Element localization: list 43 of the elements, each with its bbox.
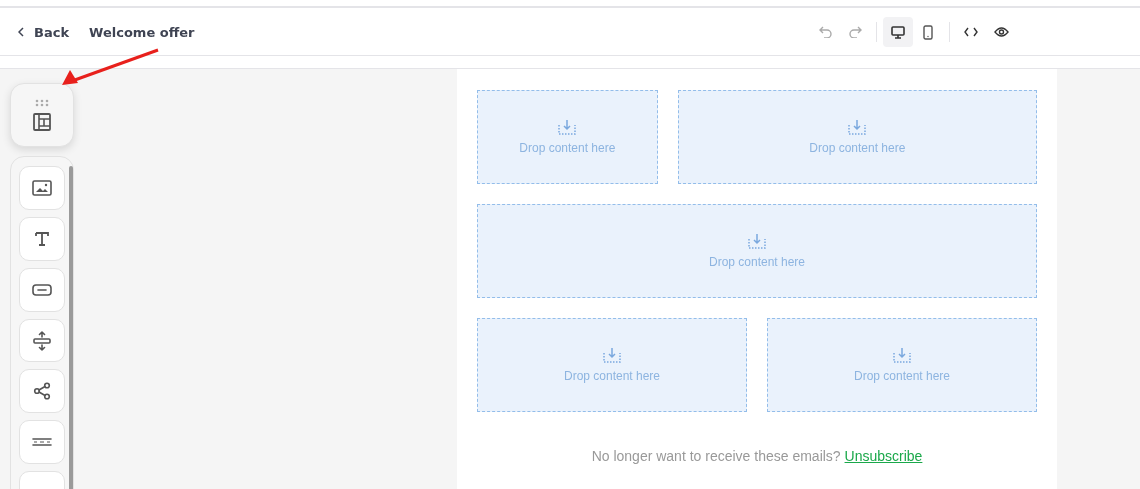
drop-zone[interactable]: Drop content here [677,90,1037,184]
code-icon [964,27,978,37]
drop-zone[interactable]: Drop content here [767,318,1037,412]
share-icon [33,382,51,401]
divider-tool-button[interactable] [19,420,65,465]
scrollbar[interactable] [69,166,73,489]
drop-icon [893,347,911,363]
drop-zone[interactable]: Drop content here [477,204,1037,298]
button-icon [32,283,52,296]
footer-text: No longer want to receive these emails? Unsubscribe [590,448,924,464]
text-icon [34,230,50,247]
spacer-tool-button[interactable] [19,318,65,363]
image-icon [32,179,52,196]
text-tool-button[interactable] [19,216,65,261]
drag-handle-icon [35,99,49,107]
drop-icon [848,119,867,135]
drop-zone[interactable]: Drop content here [477,318,747,412]
spacer-icon [33,330,51,351]
redo-icon [848,26,862,38]
drop-hint: Drop content here [708,255,806,269]
drop-hint: Drop content here [809,141,906,155]
drop-icon [748,233,766,249]
image-tool-button[interactable] [19,166,65,210]
undo-icon [818,26,832,38]
drop-hint: Drop content here [853,369,951,383]
drop-hint: Drop content here [563,369,661,383]
layout-block-button[interactable] [10,83,74,147]
unsubscribe-link[interactable]: Unsubscribe [844,448,923,464]
back-button[interactable]: Back [18,24,70,40]
drop-zone[interactable]: Drop content here [477,90,658,184]
page-title: Welcome offer [89,24,195,40]
drop-icon [603,347,621,363]
eye-icon [993,27,1009,37]
desktop-icon [891,25,905,39]
divider-icon [32,437,52,448]
social-tool-button[interactable] [19,369,65,414]
chevron-left-icon [18,27,24,37]
drop-icon [558,119,577,135]
button-tool-button[interactable] [19,267,65,312]
desktop-view-button[interactable] [883,17,913,47]
drop-hint: Drop content here [519,141,616,155]
layout-icon [33,113,51,131]
mobile-icon [923,24,933,40]
